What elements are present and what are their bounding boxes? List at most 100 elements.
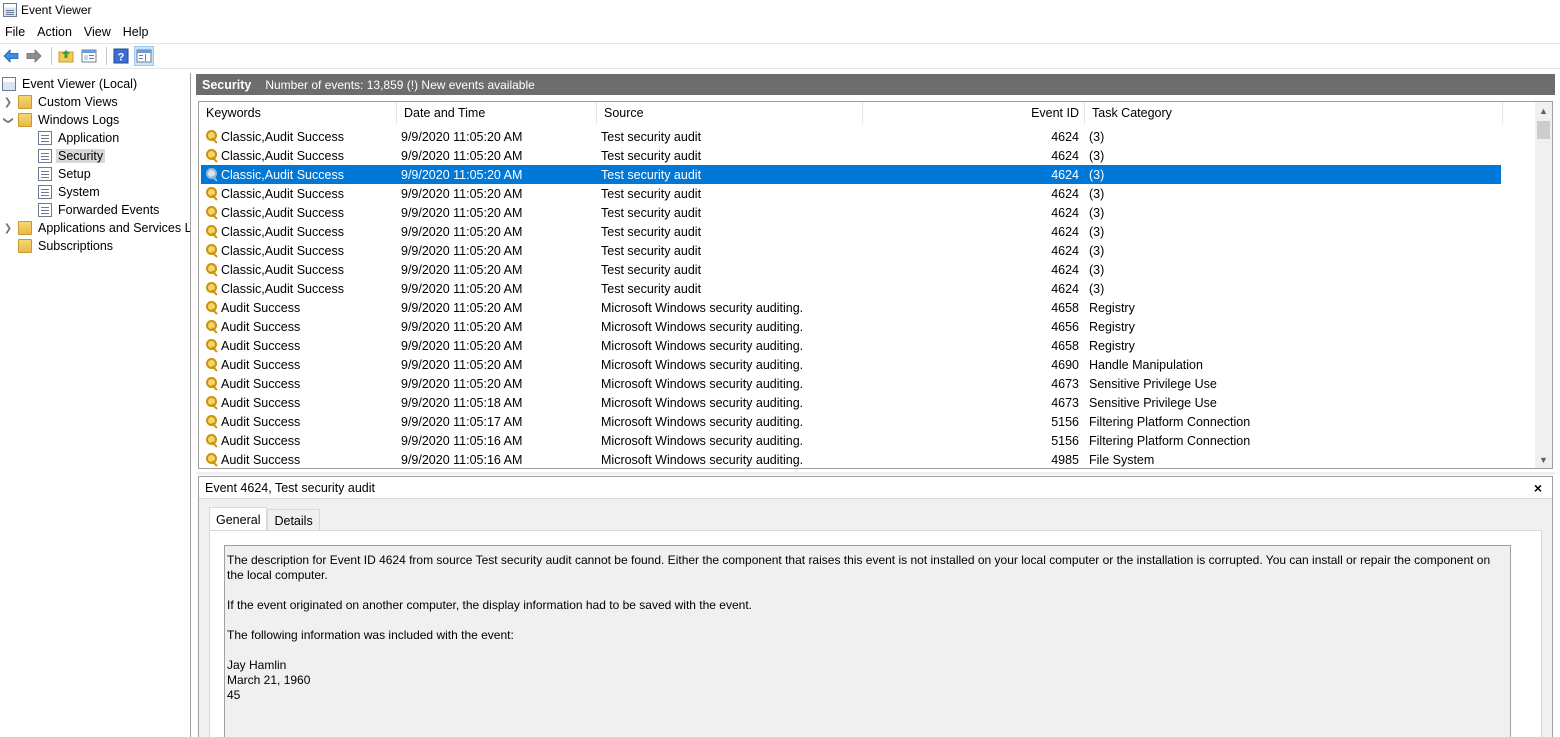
table-row[interactable]: Classic,Audit Success 9/9/2020 11:05:20 A… xyxy=(201,222,1501,241)
table-row[interactable]: Classic,Audit Success 9/9/2020 11:05:20 A… xyxy=(201,184,1501,203)
cell-event-id: 4624 xyxy=(1051,262,1079,277)
keywords-text: Classic,Audit Success xyxy=(221,262,344,277)
cell-date-and-time: 9/9/2020 11:05:20 AM xyxy=(401,281,523,296)
log-summary[interactable]: Number of events: 13,859 (!) New events … xyxy=(265,78,534,92)
forward-arrow-icon[interactable] xyxy=(24,46,44,66)
table-row[interactable]: Audit Success 9/9/2020 11:05:20 AM Microso… xyxy=(201,355,1501,374)
column-header-event-id[interactable]: Event ID xyxy=(863,102,1085,124)
column-header-source[interactable]: Source xyxy=(597,102,863,124)
cell-task-category: Filtering Platform Connection xyxy=(1089,414,1251,429)
tree-item-system[interactable]: System xyxy=(38,183,102,201)
column-header-date-and-time[interactable]: Date and Time xyxy=(397,102,597,124)
keywords-text: Audit Success xyxy=(221,433,301,448)
table-row[interactable]: Audit Success 9/9/2020 11:05:18 AM Microso… xyxy=(201,393,1501,412)
cell-event-id: 5156 xyxy=(1051,433,1079,448)
tree-item-label: Application xyxy=(58,131,120,145)
audit-key-icon xyxy=(205,452,219,467)
table-row[interactable]: Audit Success 9/9/2020 11:05:20 AM Microso… xyxy=(201,317,1501,336)
help-icon[interactable]: ? xyxy=(111,46,131,66)
audit-key-icon xyxy=(205,433,219,448)
tree-item-windows-logs[interactable]: ❯ Windows Logs xyxy=(2,111,121,129)
cell-source: Test security audit xyxy=(601,167,702,182)
event-description[interactable]: The description for Event ID 4624 from s… xyxy=(224,545,1511,737)
chevron-right-icon[interactable]: ❯ xyxy=(2,97,14,108)
cell-keywords: Audit Success xyxy=(201,452,397,467)
cell-event-id: 4690 xyxy=(1051,357,1079,372)
menu-view[interactable]: View xyxy=(78,25,117,39)
scroll-up-icon[interactable]: ▲ xyxy=(1535,102,1552,119)
log-icon xyxy=(38,131,52,145)
column-header-task-category[interactable]: Task Category xyxy=(1085,102,1503,124)
audit-key-icon xyxy=(205,186,219,201)
scrollbar-thumb[interactable] xyxy=(1537,121,1550,139)
tree-item-applications-and-services[interactable]: ❯ Applications and Services Lo xyxy=(2,219,190,237)
chevron-down-icon[interactable]: ❯ xyxy=(3,114,14,126)
audit-key-icon xyxy=(205,148,219,163)
table-row[interactable]: Classic,Audit Success 9/9/2020 11:05:20 A… xyxy=(201,241,1501,260)
table-row[interactable]: Classic,Audit Success 9/9/2020 11:05:20 A… xyxy=(201,127,1501,146)
cell-date-and-time: 9/9/2020 11:05:17 AM xyxy=(401,414,523,429)
table-row[interactable]: Audit Success 9/9/2020 11:05:16 AM Microso… xyxy=(201,431,1501,450)
vertical-scrollbar[interactable]: ▲ ▼ xyxy=(1535,102,1552,468)
table-row[interactable]: Classic,Audit Success 9/9/2020 11:05:20 A… xyxy=(201,260,1501,279)
tree-item-setup[interactable]: Setup xyxy=(38,165,93,183)
tree-item-security[interactable]: Security xyxy=(38,147,106,165)
pane-splitter[interactable] xyxy=(196,472,1555,475)
back-arrow-icon[interactable] xyxy=(1,46,21,66)
cell-date-and-time: 9/9/2020 11:05:20 AM xyxy=(401,148,523,163)
tree-item-subscriptions[interactable]: Subscriptions xyxy=(18,237,115,255)
general-tab-body: The description for Event ID 4624 from s… xyxy=(209,530,1542,737)
table-row[interactable]: Classic,Audit Success 9/9/2020 11:05:20 A… xyxy=(201,165,1501,184)
tab-details[interactable]: Details xyxy=(267,509,320,531)
folder-up-icon[interactable] xyxy=(56,46,76,66)
log-icon xyxy=(38,185,52,199)
keywords-text: Audit Success xyxy=(221,452,301,467)
cell-keywords: Classic,Audit Success xyxy=(201,281,397,296)
table-row[interactable]: Audit Success 9/9/2020 11:05:17 AM Microso… xyxy=(201,412,1501,431)
event-info-line: March 21, 1960 xyxy=(227,673,311,687)
menu-help[interactable]: Help xyxy=(117,25,155,39)
cell-task-category: (3) xyxy=(1089,167,1105,182)
toolbar-separator xyxy=(51,47,52,65)
keywords-text: Audit Success xyxy=(221,319,301,334)
table-row[interactable]: Classic,Audit Success 9/9/2020 11:05:20 A… xyxy=(201,203,1501,222)
menu-file[interactable]: File xyxy=(0,25,31,39)
cell-keywords: Audit Success xyxy=(201,300,397,315)
column-header-keywords[interactable]: Keywords xyxy=(199,102,397,124)
properties-icon[interactable] xyxy=(79,46,99,66)
cell-date-and-time: 9/9/2020 11:05:20 AM xyxy=(401,300,523,315)
table-row[interactable]: Audit Success 9/9/2020 11:05:20 AM Microso… xyxy=(201,336,1501,355)
cell-source: Microsoft Windows security auditing. xyxy=(601,395,804,410)
scroll-down-icon[interactable]: ▼ xyxy=(1535,451,1552,468)
detail-tabs: General Details xyxy=(209,507,320,531)
tree-item-label: Forwarded Events xyxy=(58,203,160,217)
description-paragraph: The description for Event ID 4624 from s… xyxy=(227,553,1491,582)
audit-key-icon xyxy=(205,338,219,353)
table-row[interactable]: Classic,Audit Success 9/9/2020 11:05:20 A… xyxy=(201,146,1501,165)
cell-event-id: 5156 xyxy=(1051,414,1079,429)
table-header: Keywords Date and Time Source Event ID T… xyxy=(199,102,1535,124)
table-row[interactable]: Audit Success 9/9/2020 11:05:20 AM Microso… xyxy=(201,374,1501,393)
keywords-text: Classic,Audit Success xyxy=(221,129,344,144)
audit-key-icon xyxy=(205,262,219,277)
table-row[interactable]: Audit Success 9/9/2020 11:05:20 AM Microso… xyxy=(201,298,1501,317)
cell-keywords: Classic,Audit Success xyxy=(201,205,397,220)
cell-task-category: Registry xyxy=(1089,338,1135,353)
tree-item-forwarded-events[interactable]: Forwarded Events xyxy=(38,201,161,219)
title-bar: Event Viewer xyxy=(0,0,1560,20)
keywords-text: Classic,Audit Success xyxy=(221,224,344,239)
cell-task-category: Registry xyxy=(1089,319,1135,334)
tree-item-event-viewer-local[interactable]: Event Viewer (Local) xyxy=(2,75,139,93)
tree-item-custom-views[interactable]: ❯ Custom Views xyxy=(2,93,120,111)
chevron-right-icon[interactable]: ❯ xyxy=(2,223,14,234)
show-hide-action-pane-icon[interactable] xyxy=(134,46,154,66)
table-row[interactable]: Audit Success 9/9/2020 11:05:16 AM Microso… xyxy=(201,450,1501,468)
keywords-text: Classic,Audit Success xyxy=(221,186,344,201)
cell-keywords: Audit Success xyxy=(201,433,397,448)
table-row[interactable]: Classic,Audit Success 9/9/2020 11:05:20 A… xyxy=(201,279,1501,298)
menu-action[interactable]: Action xyxy=(31,25,78,39)
log-icon xyxy=(38,167,52,181)
close-icon[interactable]: × xyxy=(1534,480,1542,496)
tree-item-application[interactable]: Application xyxy=(38,129,121,147)
tab-general[interactable]: General xyxy=(209,507,268,531)
